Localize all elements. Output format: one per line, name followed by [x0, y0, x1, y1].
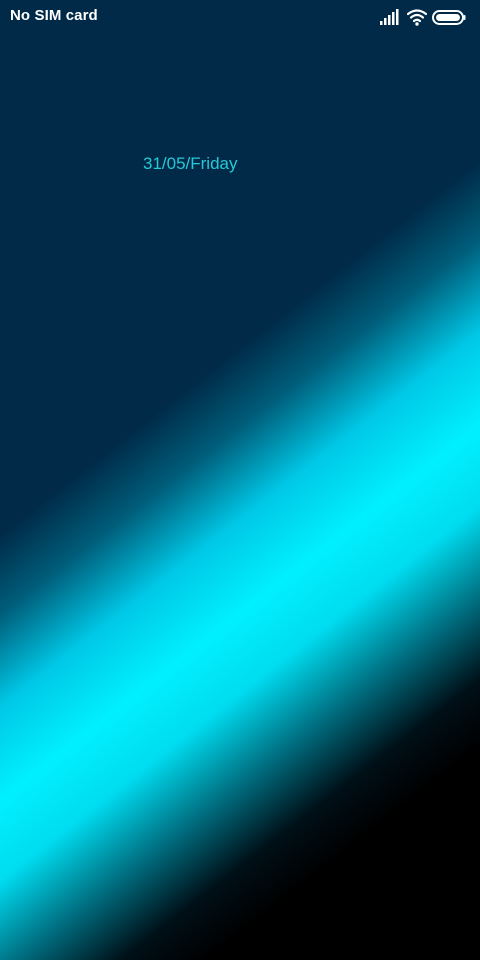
carrier-label: No SIM card	[10, 7, 98, 24]
signal-icon	[380, 9, 399, 25]
date-label: 31/05/Friday	[143, 154, 238, 173]
lock-screen: No SIM card 31/05/Friday	[0, 0, 480, 960]
wallpaper-gradient	[0, 0, 480, 960]
status-icons	[380, 8, 466, 26]
battery-icon	[432, 10, 466, 25]
status-bar: No SIM card	[0, 0, 480, 36]
wifi-icon	[407, 9, 427, 26]
